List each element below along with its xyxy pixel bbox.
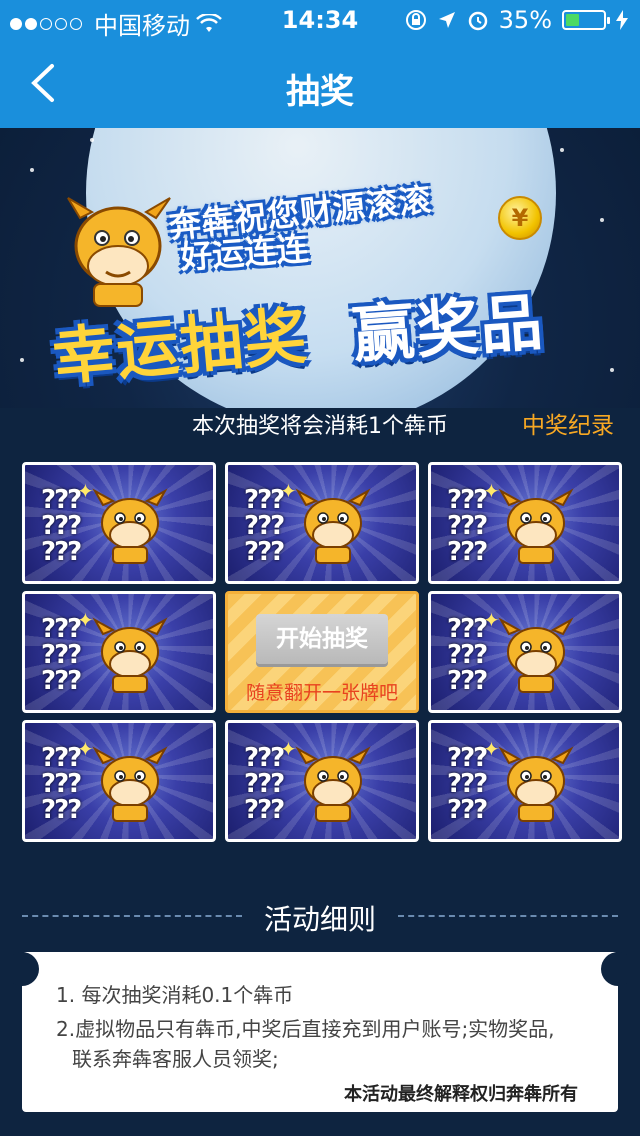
bull-mascot-icon (92, 617, 168, 693)
nav-bar: 抽奖 (0, 40, 640, 128)
question-mark: ??? (447, 537, 488, 567)
question-mark: ??? (447, 666, 488, 696)
lottery-card[interactable]: ????????? ✦ (225, 462, 419, 584)
question-mark: ??? (244, 795, 285, 825)
rule-item: 联系奔犇客服人员领奖; (72, 1047, 279, 1071)
lottery-card[interactable]: ????????? ✦ (428, 462, 622, 584)
rules-card: 1. 每次抽奖消耗0.1个犇币 2.虚拟物品只有犇币,中奖后直接充到用户账号;实… (5, 952, 635, 1112)
rule-item: 2.虚拟物品只有犇币,中奖后直接充到用户账号;实物奖品, (56, 1017, 555, 1041)
rules-footer-note: 本活动最终解释权归奔犇所有 (344, 1084, 578, 1105)
win-history-link[interactable]: 中奖纪录 (522, 406, 614, 440)
page-title: 抽奖 (286, 72, 354, 112)
question-mark: ??? (244, 537, 285, 567)
bull-mascot-icon (295, 746, 371, 822)
lottery-card[interactable]: ????????? ✦ (22, 720, 216, 842)
lottery-card[interactable]: ????????? ✦ (428, 591, 622, 713)
banner-slogan-2: 好运连连 (178, 229, 310, 277)
rules-title: 活动细则 (263, 903, 376, 936)
bull-mascot-icon (92, 488, 168, 564)
lottery-card[interactable]: ????????? ✦ (22, 591, 216, 713)
bull-mascot-icon (498, 488, 574, 564)
lottery-card[interactable]: ????????? ✦ (225, 720, 419, 842)
start-lottery-panel: 开始抽奖随意翻开一张牌吧 (225, 591, 419, 713)
start-lottery-button[interactable]: 开始抽奖 (256, 614, 388, 664)
rule-item: 1. 每次抽奖消耗0.1个犇币 (56, 983, 294, 1007)
battery-percent: 35% (498, 6, 552, 34)
divider-right (398, 915, 618, 917)
question-mark: ??? (41, 537, 82, 567)
promo-banner: 奔犇祝您财源滚滚 好运连连 ¥ 幸运抽奖 赢奖品 (0, 128, 640, 408)
location-arrow-icon (438, 12, 455, 28)
alarm-clock-icon (468, 11, 487, 31)
bull-mascot-icon (295, 488, 371, 564)
question-mark: ??? (447, 795, 488, 825)
banner-headline-yellow: 幸运抽奖 (49, 298, 312, 394)
rules-header: 活动细则 (0, 892, 640, 940)
status-bar: 中国移动 14:34 35% (0, 0, 640, 40)
coin-icon: ¥ (498, 196, 542, 240)
lottery-card[interactable]: ????????? ✦ (22, 462, 216, 584)
status-right: 35% (405, 6, 628, 34)
bull-mascot-icon (92, 746, 168, 822)
banner-headline: 幸运抽奖 赢奖品 (50, 278, 612, 394)
ticket-notch-right (601, 952, 635, 986)
flip-card-hint: 随意翻开一张牌吧 (245, 682, 398, 704)
battery-icon (562, 10, 610, 30)
lottery-card[interactable]: ????????? ✦ (428, 720, 622, 842)
bull-mascot-icon (498, 746, 574, 822)
charging-bolt-icon (616, 10, 628, 30)
banner-headline-white: 赢奖品 (350, 285, 547, 372)
bull-mascot-icon (498, 617, 574, 693)
question-mark: ??? (41, 795, 82, 825)
lottery-card-grid: ????????? ✦????????? ✦????????? ✦????????? ✦… (22, 462, 622, 842)
ticket-notch-left (5, 952, 39, 986)
question-mark: ??? (41, 666, 82, 696)
lottery-info-row: 本次抽奖将会消耗1个犇币 中奖纪录 (0, 404, 640, 440)
rotation-lock-icon (405, 10, 426, 30)
